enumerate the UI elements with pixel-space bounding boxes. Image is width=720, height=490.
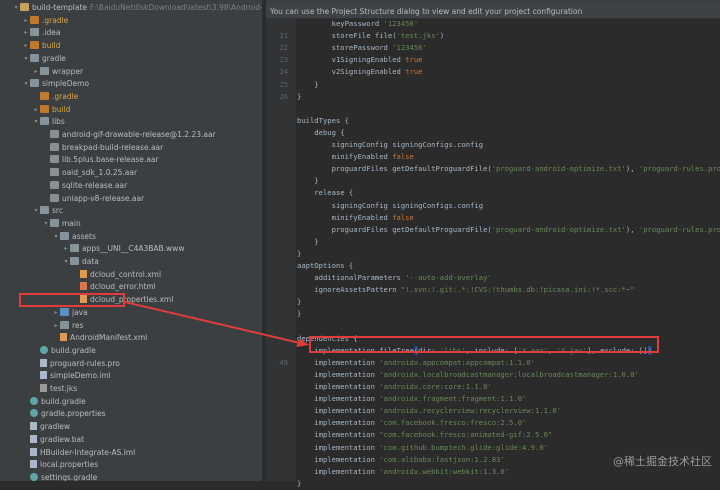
watermark: @稀土掘金技术社区 [613, 455, 712, 468]
ide-window: ▾ build-template F:\BaiduNetdiskDownload\l… [0, 0, 720, 488]
annotation-arrow [124, 301, 309, 347]
